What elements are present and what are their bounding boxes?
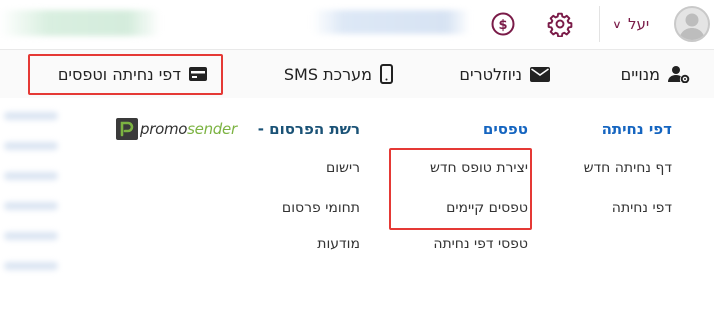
menu-link-landing-page-forms[interactable]: טפסי דפי נחיתה xyxy=(433,236,528,252)
settings-button[interactable] xyxy=(545,9,575,39)
top-bar: $ ∨ יעל xyxy=(0,0,714,50)
nav-item-subscribers[interactable]: מנויים xyxy=(621,50,690,98)
user-name: יעל xyxy=(628,15,650,33)
menu-link-new-landing-page[interactable]: דף נחיתה חדש xyxy=(584,160,672,176)
menu-title-ad-network: רשת הפרסום - xyxy=(257,120,360,138)
divider xyxy=(599,6,600,42)
nav-label: מערכת SMS xyxy=(283,64,372,84)
menu-link-ads[interactable]: מודעות xyxy=(317,236,360,252)
menu-link-landing-pages[interactable]: דפי נחיתה xyxy=(612,200,672,216)
blurred-element xyxy=(0,10,160,36)
users-gear-icon xyxy=(668,66,690,83)
billing-button[interactable]: $ xyxy=(489,10,517,38)
highlight-box xyxy=(28,54,223,95)
blurred-search xyxy=(312,10,470,34)
user-avatar-icon xyxy=(679,13,705,40)
svg-text:$: $ xyxy=(498,18,507,33)
menu-column-landing-pages: דפי נחיתה דף נחיתה חדש דפי נחיתה xyxy=(522,120,672,230)
nav-item-sms[interactable]: מערכת SMS xyxy=(284,50,393,98)
gear-icon xyxy=(547,12,573,37)
promosender-logo-icon xyxy=(116,118,138,140)
menu-link-registration[interactable]: רישום xyxy=(326,160,360,176)
nav-label: מנויים xyxy=(620,64,660,84)
chevron-down-icon: ∨ xyxy=(612,17,622,31)
menu-column-ad-network: רשת הפרסום - רישום תחומי פרסום מודעות xyxy=(120,120,360,260)
promosender-logo-text: promosender xyxy=(140,120,237,138)
menu-title-forms: טפסים xyxy=(482,120,528,138)
user-menu[interactable]: ∨ יעל xyxy=(610,4,710,44)
nav-label: ניוזלטרים xyxy=(459,64,522,84)
envelope-icon xyxy=(530,66,550,82)
menu-title-landing-pages: דפי נחיתה xyxy=(601,120,672,138)
avatar[interactable] xyxy=(674,6,710,42)
blurred-sidebar xyxy=(0,112,58,312)
menu-link-ad-categories[interactable]: תחומי פרסום xyxy=(282,200,360,216)
promosender-logo: promosender xyxy=(116,118,237,140)
nav-item-newsletters[interactable]: ניוזלטרים xyxy=(459,50,550,98)
highlight-box xyxy=(389,148,532,230)
mobile-phone-icon xyxy=(380,64,393,84)
dollar-circle-icon: $ xyxy=(491,12,515,36)
